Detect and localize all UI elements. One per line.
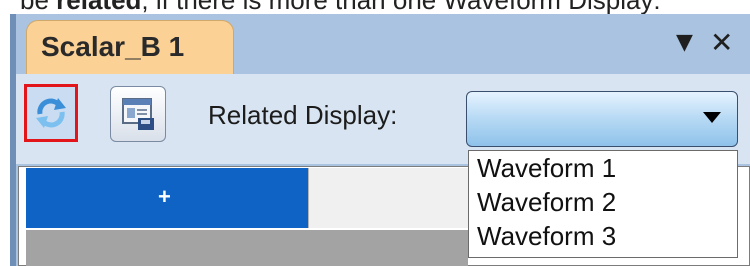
- save-display-button[interactable]: [110, 86, 166, 142]
- document-text-bold: related: [56, 0, 142, 15]
- document-text-suffix: ; if there is more than one Waveform Dis…: [141, 0, 661, 15]
- chevron-down-icon[interactable]: [703, 112, 721, 123]
- unselected-cell[interactable]: [308, 168, 468, 228]
- related-display-dropdown-list: Waveform 1 Waveform 2 Waveform 3: [468, 150, 738, 258]
- dropdown-option-waveform-2[interactable]: Waveform 2: [477, 187, 616, 218]
- related-display-label: Related Display:: [208, 100, 398, 130]
- plus-label[interactable]: +: [158, 184, 171, 210]
- window-menu-icon[interactable]: ▼: [676, 30, 693, 55]
- close-icon[interactable]: ✕: [710, 26, 733, 59]
- save-display-icon: [122, 98, 154, 130]
- refresh-button[interactable]: [24, 84, 78, 142]
- refresh-icon: [36, 98, 66, 128]
- document-text-prefix: be: [20, 0, 57, 15]
- tab-title: Scalar_B 1: [41, 31, 185, 62]
- tab-scalar-b1[interactable]: Scalar_B 1: [26, 20, 234, 75]
- gray-row: [26, 230, 468, 266]
- dropdown-option-waveform-1[interactable]: Waveform 1: [477, 153, 616, 184]
- dropdown-option-waveform-3[interactable]: Waveform 3: [477, 221, 616, 252]
- related-display-select[interactable]: [466, 91, 738, 147]
